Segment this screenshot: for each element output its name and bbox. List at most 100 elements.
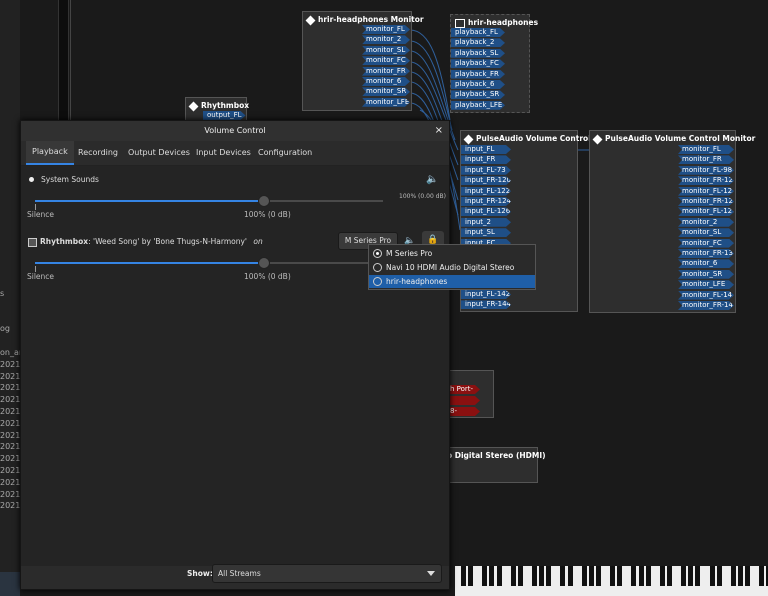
device-option-m-series-pro[interactable]: M Series Pro — [369, 247, 535, 260]
monitor-port[interactable]: monitor_FL — [362, 25, 410, 34]
input-port[interactable]: input_FR-144 — [461, 300, 511, 309]
monitor-port[interactable]: monitor_SR — [362, 87, 410, 96]
node-icon — [463, 134, 474, 144]
piano-black-key[interactable] — [560, 566, 566, 586]
piano-black-key[interactable] — [688, 566, 694, 586]
close-icon[interactable]: × — [435, 121, 443, 141]
piano-black-key[interactable] — [645, 566, 651, 586]
stream-label: Rhythmbox: 'Weed Song' by 'Bone Thugs-N-… — [40, 237, 263, 246]
piano-black-key[interactable] — [567, 566, 573, 586]
piano-black-key[interactable] — [461, 566, 466, 586]
playback-port[interactable]: playback_FR — [451, 70, 505, 79]
monitor-port[interactable]: monitor_FL-143 — [678, 291, 734, 300]
piano-black-key[interactable] — [468, 566, 474, 586]
monitor-port[interactable]: monitor_FL-127 — [678, 207, 734, 216]
piano-black-key[interactable] — [588, 566, 594, 586]
tab-input-devices[interactable]: Input Devices — [190, 141, 257, 165]
monitor-port[interactable]: monitor_FR-121 — [678, 176, 734, 185]
graph-node-hdmi[interactable]: o Digital Stereo (HDMI) — [440, 447, 546, 483]
tab-recording[interactable]: Recording — [72, 141, 124, 165]
piano-black-key[interactable] — [638, 566, 644, 586]
piano-black-key[interactable] — [610, 566, 616, 586]
piano-black-key[interactable] — [631, 566, 637, 586]
input-port[interactable]: input_FL — [461, 145, 511, 154]
piano-black-key[interactable] — [659, 566, 665, 586]
piano-black-key[interactable] — [496, 566, 502, 586]
input-port[interactable]: input_FR — [461, 155, 511, 164]
piano-black-key[interactable] — [666, 566, 672, 586]
piano-black-key[interactable] — [745, 566, 750, 586]
show-filter-select[interactable]: All Streams — [212, 564, 442, 583]
piano-black-key[interactable] — [539, 566, 545, 586]
piano-black-key[interactable] — [681, 566, 687, 586]
playback-port[interactable]: playback_FL — [451, 28, 505, 37]
input-port[interactable]: input_FR-124 — [461, 197, 511, 206]
monitor-port[interactable]: monitor_FR — [678, 155, 734, 164]
tab-playback[interactable]: Playback — [26, 141, 74, 165]
monitor-port[interactable]: monitor_FR-135 — [678, 249, 734, 258]
speaker-icon[interactable]: 🔈 — [426, 174, 438, 185]
piano-black-key[interactable] — [489, 566, 495, 586]
monitor-port[interactable]: monitor_LFE — [362, 98, 410, 107]
stream-slider-handle[interactable] — [258, 257, 270, 269]
input-port[interactable]: input_FL-122 — [461, 187, 511, 196]
radio-checked-icon — [373, 249, 382, 258]
stream-scale-mid: 100% (0 dB) — [244, 272, 291, 281]
monitor-port[interactable]: monitor_SL — [362, 46, 410, 55]
playback-port[interactable]: playback_FC — [451, 59, 505, 68]
monitor-port[interactable]: monitor_FC — [362, 56, 410, 65]
playback-port[interactable]: playback_SL — [451, 49, 505, 58]
piano-black-key[interactable] — [581, 566, 587, 586]
monitor-port[interactable]: monitor_FL — [678, 145, 734, 154]
midi-keyboard[interactable] — [455, 566, 768, 596]
input-port[interactable]: input_FR-120 — [461, 176, 511, 185]
playback-port[interactable]: playback_6 — [451, 80, 505, 89]
monitor-port[interactable]: monitor_LFE — [678, 280, 734, 289]
input-port[interactable]: input_FL-73 — [461, 166, 511, 175]
monitor-port[interactable]: monitor_FR-125 — [678, 197, 734, 206]
piano-black-key[interactable] — [737, 566, 743, 586]
tab-output-devices[interactable]: Output Devices — [122, 141, 196, 165]
input-port[interactable]: input_2 — [461, 218, 511, 227]
monitor-port[interactable]: monitor_FR — [362, 67, 410, 76]
monitor-port[interactable]: monitor_FC — [678, 239, 734, 248]
piano-black-key[interactable] — [709, 566, 715, 586]
midi-port-1[interactable] — [446, 396, 480, 405]
monitor-port[interactable]: monitor_FR-145 — [678, 301, 734, 310]
piano-black-key[interactable] — [695, 566, 701, 586]
monitor-port[interactable]: monitor_6 — [678, 259, 734, 268]
system-sounds-slider-fill — [35, 200, 263, 202]
playback-port[interactable]: playback_LFE — [451, 101, 505, 110]
midi-port-2[interactable]: 8- MIDI1 — [446, 407, 480, 416]
piano-black-key[interactable] — [510, 566, 516, 586]
playback-port[interactable]: playback_2 — [451, 38, 505, 47]
piano-black-key[interactable] — [517, 566, 523, 586]
playback-port[interactable]: playback_SR — [451, 90, 505, 99]
monitor-port[interactable]: monitor_SL — [678, 228, 734, 237]
piano-black-key[interactable] — [546, 566, 552, 586]
device-option-navi-hdmi[interactable]: Navi 10 HDMI Audio Digital Stereo (HDMI) — [369, 261, 535, 285]
piano-black-key[interactable] — [759, 566, 765, 586]
system-sounds-slider-handle[interactable] — [258, 195, 270, 207]
input-port[interactable]: input_SL — [461, 228, 511, 237]
monitor-port[interactable]: monitor_FL-98 — [678, 166, 734, 175]
device-option-hrir-headphones[interactable]: hrir-headphones — [369, 275, 535, 288]
piano-black-key[interactable] — [730, 566, 736, 586]
piano-black-key[interactable] — [595, 566, 601, 586]
monitor-port[interactable]: monitor_2 — [362, 35, 410, 44]
piano-black-key[interactable] — [716, 566, 722, 586]
monitor-port[interactable]: monitor_6 — [362, 77, 410, 86]
piano-black-key[interactable] — [617, 566, 623, 586]
input-port[interactable]: input_FL-126 — [461, 207, 511, 216]
monitor-port[interactable]: monitor_SR — [678, 270, 734, 279]
midi-port-0[interactable]: h Port-0 — [446, 385, 480, 394]
monitor-port[interactable]: monitor_FL-123 — [678, 187, 734, 196]
tab-configuration[interactable]: Configuration — [252, 141, 318, 165]
monitor-port[interactable]: monitor_2 — [678, 218, 734, 227]
input-port[interactable]: input_FL-142 — [461, 290, 511, 299]
radio-icon — [373, 277, 382, 286]
port-output-fl[interactable]: output_FL — [203, 111, 246, 120]
piano-black-key[interactable] — [482, 566, 488, 586]
node-title: PulseAudio Volume Control Monitor — [590, 131, 755, 146]
piano-black-key[interactable] — [532, 566, 537, 586]
